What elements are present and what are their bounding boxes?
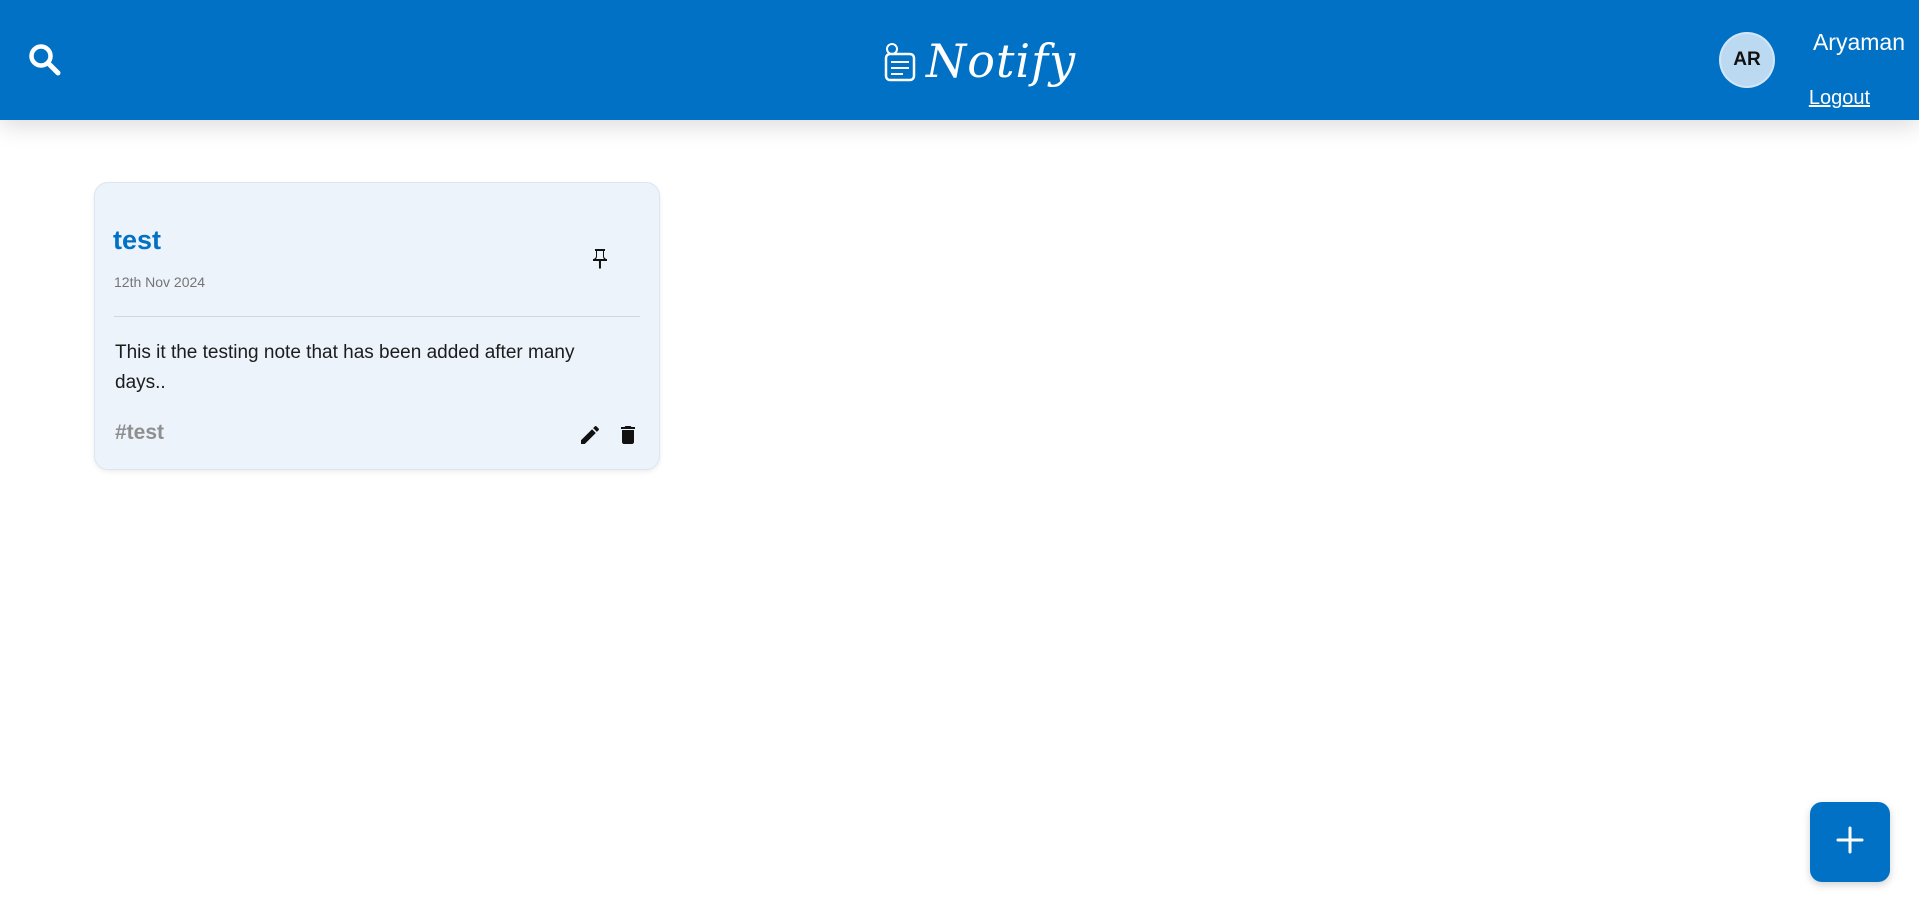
trash-icon[interactable] <box>616 423 640 447</box>
note-title: test <box>113 225 162 255</box>
search-icon[interactable] <box>27 42 63 78</box>
pencil-icon[interactable] <box>578 423 602 447</box>
avatar[interactable]: AR <box>1719 32 1775 88</box>
top-navbar: Notify AR Aryaman Logout <box>0 0 1919 120</box>
app-name: Notify <box>926 34 1077 88</box>
note-card[interactable]: test 12th Nov 2024 This it the testing n… <box>94 182 660 470</box>
app-brand: Notify <box>882 30 1076 92</box>
user-name: Aryaman <box>1812 29 1905 55</box>
note-date: 12th Nov 2024 <box>114 274 206 290</box>
note-content: This it the testing note that has been a… <box>115 342 575 393</box>
plus-icon <box>1835 825 1865 860</box>
pin-icon[interactable] <box>588 247 612 271</box>
notepad-icon <box>882 40 918 82</box>
logout-link[interactable]: Logout <box>1790 87 1905 110</box>
add-note-button[interactable] <box>1810 802 1890 882</box>
note-tag: #test <box>115 421 165 444</box>
note-divider <box>114 316 640 317</box>
